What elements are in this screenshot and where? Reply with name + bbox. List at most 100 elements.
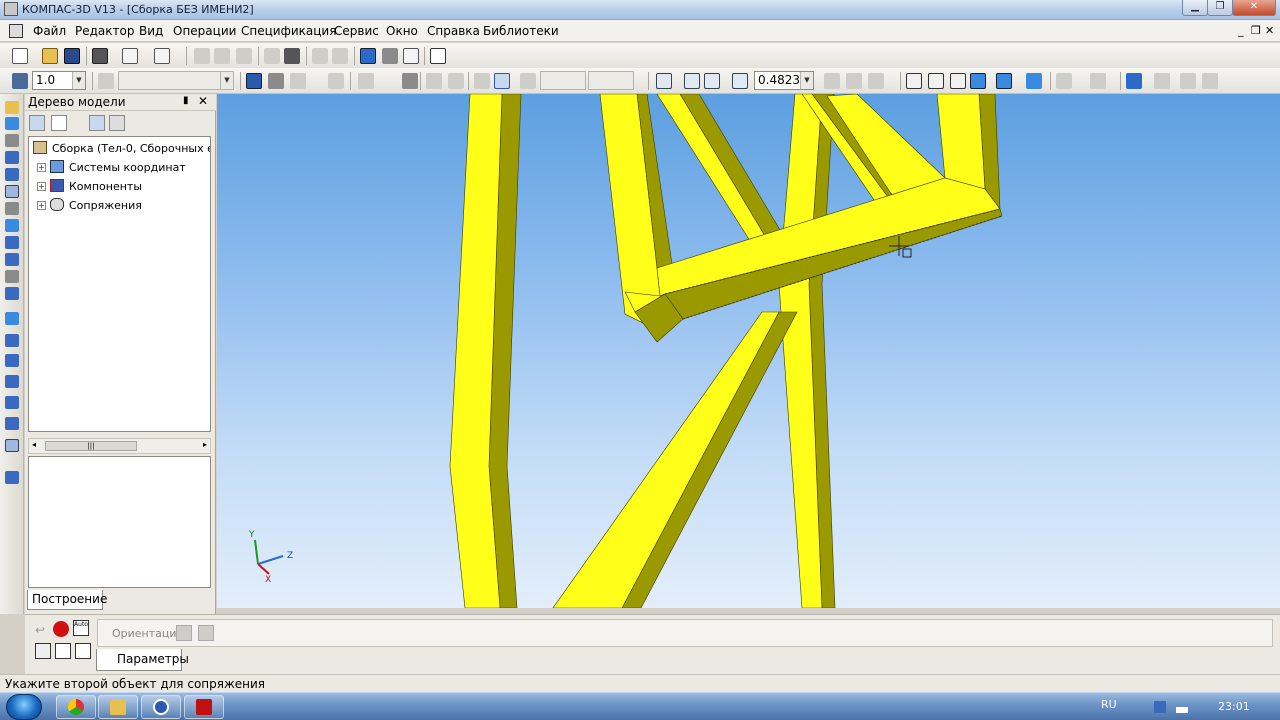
maximize-button[interactable]: ❐	[1207, 0, 1233, 16]
shaded-edges-icon[interactable]	[996, 73, 1012, 89]
tree-item-coordinate-systems[interactable]: + Системы координат	[37, 160, 186, 177]
frame-model[interactable]	[449, 94, 1003, 608]
mate-tool-icon[interactable]	[5, 185, 19, 198]
paste-icon[interactable]	[236, 48, 252, 64]
model-canvas[interactable]: Y Z X	[217, 94, 1280, 608]
start-button[interactable]	[6, 694, 42, 720]
menu-libraries[interactable]: Библиотеки	[483, 24, 559, 38]
stop-icon[interactable]	[53, 621, 69, 637]
coordinate-x-field[interactable]	[540, 71, 586, 90]
open-folder-icon[interactable]	[42, 48, 58, 64]
coordinates-icon[interactable]	[520, 73, 536, 89]
menu-help[interactable]: Справка	[427, 24, 480, 38]
document-icon[interactable]	[9, 24, 23, 38]
state-field[interactable]: ▼	[118, 71, 234, 90]
variables-fx-icon[interactable]	[403, 48, 419, 64]
curve-icon[interactable]	[5, 134, 19, 147]
menu-view[interactable]: Вид	[139, 24, 163, 38]
document-manager-icon[interactable]	[154, 48, 170, 64]
measure-icon[interactable]	[448, 73, 464, 89]
tree-order-icon[interactable]	[51, 115, 67, 131]
orthogonal-icon[interactable]	[402, 73, 418, 89]
tab-build[interactable]: Построение	[27, 590, 107, 610]
zoom-scale-icon[interactable]	[732, 73, 748, 89]
grid-icon[interactable]	[358, 73, 374, 89]
auto-create-icon[interactable]: Auto	[73, 620, 89, 636]
mdi-minimize-button[interactable]: _	[1238, 24, 1244, 37]
orientation-opposite-icon[interactable]	[198, 625, 214, 641]
zoom-out-icon[interactable]	[704, 73, 720, 89]
perspective-icon[interactable]	[1026, 73, 1042, 89]
snap-toggle-icon[interactable]	[494, 73, 510, 89]
thin-hidden-lines-icon[interactable]	[950, 73, 966, 89]
print-preview-icon[interactable]	[122, 48, 138, 64]
array-icon[interactable]	[5, 168, 19, 181]
filter-icon[interactable]	[1056, 73, 1072, 89]
coordinate-y-field[interactable]	[588, 71, 634, 90]
undo-icon[interactable]	[312, 48, 328, 64]
assembly-edit-icon[interactable]	[5, 101, 19, 114]
back-arrow-icon[interactable]: ↩	[35, 623, 51, 639]
scroll-left-icon[interactable]: ◂	[32, 440, 36, 449]
step-cursor-icon[interactable]	[12, 73, 28, 89]
section-icon[interactable]	[1180, 73, 1196, 89]
library-icon[interactable]	[382, 48, 398, 64]
menu-editor[interactable]: Редактор	[75, 24, 134, 38]
taskbar-chrome-button[interactable]	[56, 695, 96, 719]
flange-icon[interactable]	[5, 354, 19, 367]
zoom-window-icon[interactable]	[656, 73, 672, 89]
rotate-view-icon[interactable]	[846, 73, 862, 89]
rib-icon[interactable]	[5, 417, 19, 430]
tree-root-item[interactable]: Сборка (Тел-0, Сборочных е	[33, 141, 210, 158]
cut-icon[interactable]	[194, 48, 210, 64]
orientation-same-icon[interactable]	[176, 625, 192, 641]
collision-icon[interactable]	[1154, 73, 1170, 89]
close-button[interactable]: ✕	[1232, 0, 1276, 16]
signal-icon[interactable]	[1176, 701, 1188, 713]
mdi-restore-button[interactable]: ❐	[1251, 24, 1261, 37]
search-component-icon[interactable]	[5, 471, 19, 484]
component-icon[interactable]	[5, 117, 19, 130]
measure-tool-icon[interactable]	[5, 270, 19, 283]
menu-window[interactable]: Окно	[386, 24, 418, 38]
properties-icon[interactable]	[284, 48, 300, 64]
new-document-icon[interactable]	[12, 48, 28, 64]
format-brush-icon[interactable]	[264, 48, 280, 64]
taskbar-kompas-button[interactable]	[141, 695, 181, 719]
tree-item-mates[interactable]: + Сопряжения	[37, 198, 142, 215]
zoom-in-icon[interactable]	[684, 73, 700, 89]
network-icon[interactable]	[1154, 701, 1166, 713]
diagnostics-icon[interactable]	[5, 287, 19, 300]
language-indicator[interactable]: RU	[1101, 698, 1117, 711]
expand-icon[interactable]: +	[37, 163, 46, 172]
surface-icon[interactable]	[5, 151, 19, 164]
active-mate-icon[interactable]	[5, 439, 19, 452]
frame-icon[interactable]	[55, 643, 71, 659]
tree-filter-icon[interactable]	[109, 115, 125, 131]
close-panel-icon[interactable]: ✕	[198, 94, 208, 108]
help-icon[interactable]	[75, 643, 91, 659]
pan-icon[interactable]	[824, 73, 840, 89]
model-viewport[interactable]: Y Z X	[217, 94, 1280, 608]
taskbar-explorer-button[interactable]	[98, 695, 138, 719]
shaded-icon[interactable]	[970, 73, 986, 89]
axis-icon[interactable]	[268, 73, 284, 89]
unfold-icon[interactable]	[5, 375, 19, 388]
taskbar-app-button[interactable]	[184, 695, 224, 719]
step-field[interactable]: 1.0 ▼	[32, 71, 86, 90]
copy-icon[interactable]	[214, 48, 230, 64]
menu-file[interactable]: Файл	[33, 24, 66, 38]
filter-tool-icon[interactable]	[5, 219, 19, 232]
context-help-icon[interactable]	[430, 48, 446, 64]
spec-icon[interactable]	[5, 236, 19, 249]
print-icon[interactable]	[92, 48, 108, 64]
tree-layout-icon[interactable]	[89, 115, 105, 131]
model-tree-view[interactable]: Сборка (Тел-0, Сборочных е + Системы коор…	[28, 136, 211, 432]
report-icon[interactable]	[5, 253, 19, 266]
tree-structure-icon[interactable]	[29, 115, 45, 131]
chevron-down-icon[interactable]: ▼	[220, 72, 233, 89]
minimize-button[interactable]: ▁	[1182, 0, 1208, 16]
snapshot-icon[interactable]	[35, 643, 51, 659]
mate-icon[interactable]	[1126, 73, 1142, 89]
parameters-icon[interactable]	[1202, 73, 1218, 89]
